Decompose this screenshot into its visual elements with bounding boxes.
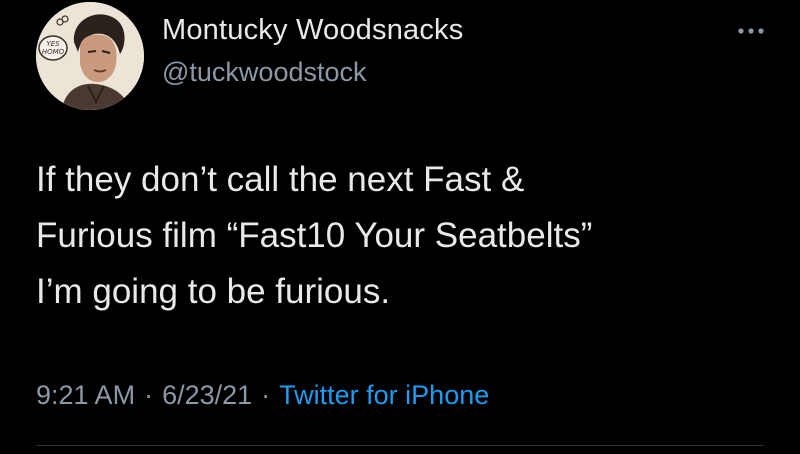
tweet-source-link[interactable]: Twitter for iPhone <box>279 380 489 410</box>
tweet-text-line: Furious film “Fast10 Your Seatbelts” <box>36 216 593 255</box>
display-name[interactable]: Montucky Woodsnacks <box>162 14 463 47</box>
tweet-time[interactable]: 9:21 AM <box>36 380 135 410</box>
avatar-badge-text-bottom: HOMO <box>42 48 65 56</box>
tweet-text-line: I’m going to be furious. <box>36 272 391 311</box>
more-horizontal-icon[interactable] <box>735 24 767 38</box>
divider <box>36 445 764 446</box>
tweet: YES HOMO Montucky Woodsnacks @tuckwoodst… <box>0 0 800 454</box>
tweet-date[interactable]: 6/23/21 <box>162 380 252 410</box>
meta-separator: · <box>261 380 271 410</box>
tweet-text: If they don’t call the next Fast & Furio… <box>36 152 756 320</box>
tweet-meta: 9:21 AM · 6/23/21 · Twitter for iPhone <box>36 380 489 411</box>
tweet-text-line: If they don’t call the next Fast & <box>36 160 525 199</box>
meta-separator: · <box>144 380 154 410</box>
avatar-illustration: YES HOMO <box>36 2 144 110</box>
avatar[interactable]: YES HOMO <box>36 2 144 110</box>
avatar-badge-text-top: YES <box>46 40 60 48</box>
user-handle[interactable]: @tuckwoodstock <box>162 57 367 88</box>
